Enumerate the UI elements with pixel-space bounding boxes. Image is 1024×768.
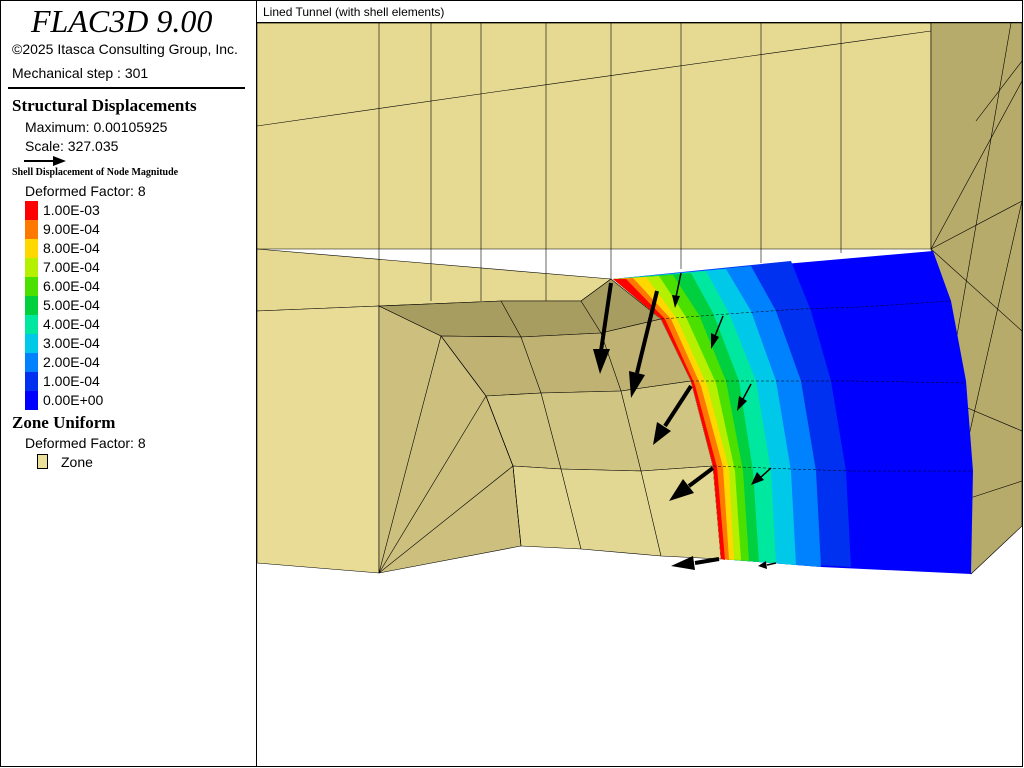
scale-value: Scale: 327.035 — [25, 138, 119, 154]
zone-uniform-title: Zone Uniform — [12, 413, 116, 432]
contour-label: 8.00E-04 — [43, 240, 100, 256]
contour-label: 2.00E-04 — [43, 354, 100, 370]
contour-swatch — [25, 201, 38, 220]
contour-swatch — [25, 353, 38, 372]
contour-swatch — [25, 391, 38, 410]
deformed-factor-zone: Deformed Factor: 8 — [25, 435, 146, 451]
zone-label: Zone — [61, 454, 93, 470]
model-view[interactable]: Lined Tunnel (with shell elements) — [256, 0, 1023, 767]
contour-swatch — [25, 239, 38, 258]
contour-label: 1.00E-04 — [43, 373, 100, 389]
legend-divider — [8, 87, 245, 89]
deformed-factor-shell: Deformed Factor: 8 — [25, 183, 146, 199]
shell-displacement-title: Shell Displacement of Node Magnitude — [12, 167, 179, 178]
maximum-value: Maximum: 0.00105925 — [25, 119, 168, 135]
contour-label: 0.00E+00 — [43, 392, 104, 408]
structural-displacements-title: Structural Displacements — [12, 96, 197, 115]
copyright-text: ©2025 Itasca Consulting Group, Inc. — [12, 41, 238, 57]
contour-swatch — [25, 220, 38, 239]
view-title: Lined Tunnel (with shell elements) — [257, 1, 1022, 23]
contour-label: 4.00E-04 — [43, 316, 100, 332]
legend-panel: FLAC3D 9.00 ©2025 Itasca Consulting Grou… — [0, 0, 256, 767]
contour-label: 1.00E-03 — [43, 202, 100, 218]
arrow-icon — [24, 156, 66, 166]
contour-swatch — [25, 372, 38, 391]
contour-label: 3.00E-04 — [43, 335, 100, 351]
contour-swatch — [25, 296, 38, 315]
contour-label: 5.00E-04 — [43, 297, 100, 313]
contour-swatch — [25, 277, 38, 296]
zone-color-swatch — [37, 454, 48, 469]
contour-swatch — [25, 334, 38, 353]
app-title: FLAC3D 9.00 — [31, 3, 213, 39]
contour-swatch — [25, 258, 38, 277]
contour-label: 6.00E-04 — [43, 278, 100, 294]
tunnel-model-render[interactable] — [257, 23, 1022, 766]
contour-label: 7.00E-04 — [43, 259, 100, 275]
mechanical-step: Mechanical step : 301 — [12, 65, 149, 81]
contour-label: 9.00E-04 — [43, 221, 100, 237]
contour-swatch — [25, 315, 38, 334]
